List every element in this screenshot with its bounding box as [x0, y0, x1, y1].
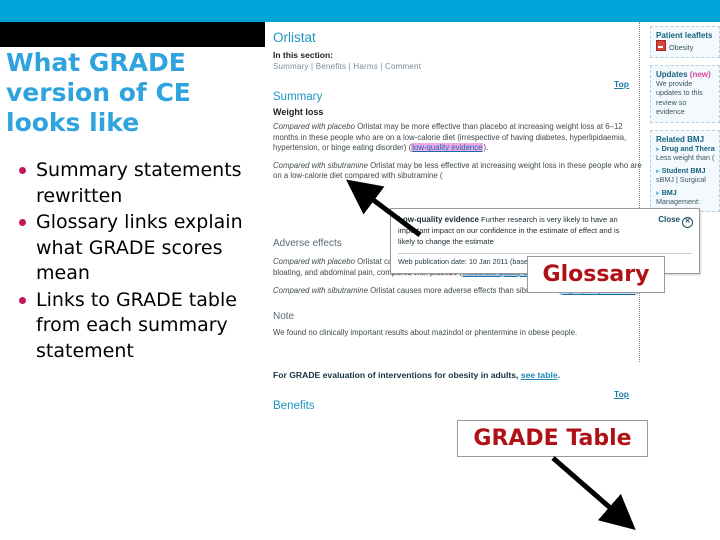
related-item[interactable]: ▸Drug and Therapeutics Less weight than …	[656, 144, 715, 162]
related-item-sub: sBMJ | Surgical	[656, 174, 706, 184]
bullet-dot-icon	[19, 296, 26, 304]
related-item-sub: Management:	[656, 196, 700, 206]
tooltip-divider	[398, 253, 692, 254]
list-item-label: Links to GRADE table from each summary s…	[36, 288, 237, 362]
in-this-section-label: In this section:	[273, 50, 333, 60]
note-heading: Note	[273, 310, 295, 322]
article-title: Orlistat	[273, 30, 316, 45]
page-title: What GRADE version of CE looks like	[6, 48, 191, 137]
note-paragraph: We found no clinically important results…	[273, 327, 578, 337]
black-header-bar	[0, 22, 265, 47]
benefits-heading: Benefits	[273, 399, 315, 412]
bullet-dot-icon	[19, 167, 26, 174]
patient-leaflet-label: Obesity	[669, 43, 694, 52]
updates-new-badge: (new)	[689, 70, 711, 79]
related-bmj-heading: Related BMJ	[656, 134, 705, 144]
related-item-title: BMJ	[661, 187, 677, 197]
pdf-icon	[656, 40, 666, 51]
see-table-link[interactable]: see table	[521, 370, 558, 380]
para-lead: Compared with placebo	[273, 122, 355, 131]
sidebar-box-patient-leaflets: Patient leaflets Obesity	[650, 26, 720, 58]
close-label: Close	[658, 215, 680, 224]
top-link[interactable]: Top	[614, 79, 629, 89]
sibutramine-paragraph: Compared with sibutramine Orlistat may b…	[273, 161, 645, 182]
list-item: Links to GRADE table from each summary s…	[4, 288, 260, 365]
chevron-icon: ▸	[656, 187, 660, 197]
tooltip-term: Low-quality evidence	[398, 215, 479, 224]
glossary-callout: Glossary	[527, 256, 665, 293]
list-item: Glossary links explain what GRADE scores…	[4, 210, 260, 287]
chevron-icon: ▸	[656, 165, 660, 175]
weight-loss-paragraph: Compared with placebo Orlistat may be mo…	[273, 122, 645, 154]
updates-heading: Updates (new)	[656, 70, 715, 79]
grade-line-text: For GRADE evaluation of interventions fo…	[273, 370, 521, 381]
cyan-header-bar	[0, 0, 720, 22]
slide: What GRADE version of CE looks like Summ…	[0, 0, 720, 540]
sidebar-box-updates: Updates (new) We provide updates to this…	[650, 65, 720, 123]
sidebar-box-related-bmj: Related BMJ ▸Drug and Therapeutics Less …	[650, 129, 720, 212]
list-item-label: Glossary links explain what GRADE scores…	[36, 211, 243, 284]
para-lead: Compared with placebo	[273, 256, 355, 266]
bullet-list: Summary statements rewritten Glossary li…	[4, 158, 260, 365]
sidebar: Patient leaflets Obesity Updates (new) W…	[650, 22, 720, 219]
updates-label: Updates	[656, 70, 688, 79]
para-lead: Compared with sibutramine	[273, 160, 368, 170]
para-lead: Compared with sibutramine	[273, 286, 368, 296]
para-tail: ).	[483, 143, 489, 153]
bullet-dot-icon	[19, 219, 26, 226]
section-links[interactable]: Summary | Benefits | Harms | Comment	[273, 62, 645, 71]
tooltip-text: Low-quality evidence Further research is…	[398, 214, 638, 247]
related-item-title: Drug and Therapeutics	[661, 143, 715, 153]
updates-text: We provide updates to this review so evi…	[656, 79, 703, 117]
grade-table-callout: GRADE Table	[457, 420, 648, 457]
related-item[interactable]: ▸ BMJ Management:	[656, 188, 715, 206]
chevron-icon: ▸	[656, 143, 660, 153]
patient-leaflet-item[interactable]: Obesity	[656, 40, 715, 52]
top-link-2[interactable]: Top	[614, 389, 629, 399]
related-item-sub: Less weight than (Black triangle)	[656, 152, 715, 162]
grade-line-tail: .	[557, 370, 561, 381]
related-item-title: Student BMJ	[661, 165, 706, 175]
list-item-label: Summary statements rewritten	[36, 159, 242, 207]
weight-loss-heading: Weight loss	[273, 107, 324, 117]
close-icon: ✕	[682, 217, 693, 228]
low-quality-evidence-link[interactable]: low-quality evidence	[411, 143, 484, 153]
list-item: Summary statements rewritten	[4, 158, 260, 209]
tooltip-close-button[interactable]: Close ✕	[658, 215, 693, 228]
summary-heading: Summary	[273, 91, 323, 103]
related-item[interactable]: ▸ Student BMJ sBMJ | Surgical	[656, 166, 715, 184]
patient-leaflets-heading: Patient leaflets	[656, 31, 713, 40]
grade-evaluation-line: For GRADE evaluation of interventions fo…	[273, 370, 645, 382]
